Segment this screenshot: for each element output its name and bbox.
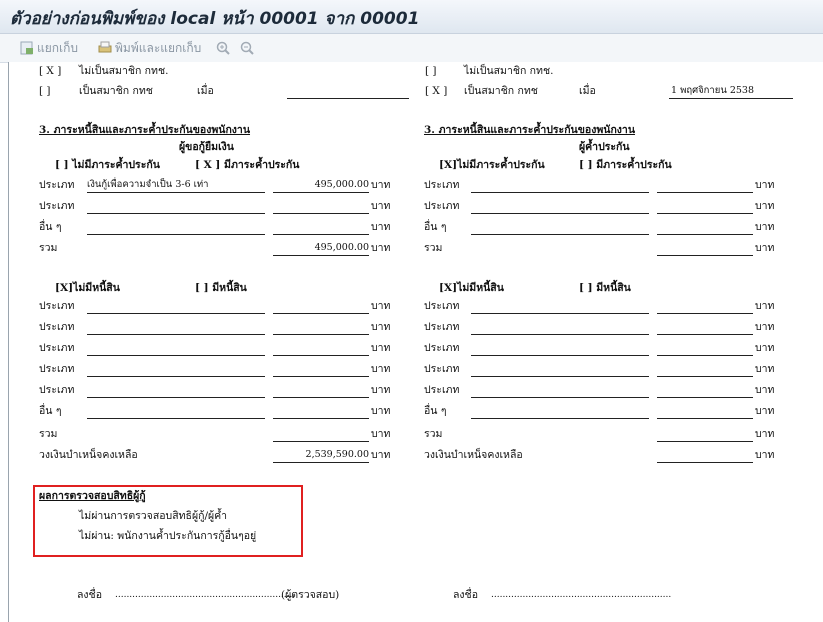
left-subheading: ผู้ขอกู้ยืมเงิน xyxy=(179,141,234,153)
left-row-unit: บาท xyxy=(371,200,391,212)
left-row-value: 495,000.00 xyxy=(314,179,369,190)
left-sign-role: (ผู้ตรวจสอบ) xyxy=(281,589,340,601)
right-debt-label: ประเภท xyxy=(424,384,460,396)
zoom-out-button[interactable] xyxy=(240,39,254,57)
right-debt-label: ประเภท xyxy=(424,363,460,375)
right-debt-total-label: รวม xyxy=(424,428,443,440)
left-guar-has: [ X ] มีภาระค้ำประกัน xyxy=(195,159,300,171)
left-balance-unit: บาท xyxy=(371,449,391,461)
left-sign-line: ........................................… xyxy=(115,590,296,600)
eligibility-line-1: ไม่ผ่านการตรวจสอบสิทธิผู้กู้/ผู้ค้ำ xyxy=(79,510,228,522)
split-button[interactable]: แยกเก็บ xyxy=(20,39,78,57)
left-debt-label: ประเภท xyxy=(39,321,75,333)
left-row-label: ประเภท xyxy=(39,200,75,212)
right-guar-none: [X]ไม่มีภาระค้ำประกัน xyxy=(439,159,545,171)
left-debt-label: ประเภท xyxy=(39,363,75,375)
right-debt-unit: บาท xyxy=(755,405,775,417)
left-total-value: 495,000.00 xyxy=(314,242,369,253)
left-debt-total-label: รวม xyxy=(39,428,58,440)
right-member-box-2: [ X ] xyxy=(425,85,448,97)
left-debt-unit: บาท xyxy=(371,384,391,396)
right-debt-unit: บาท xyxy=(755,384,775,396)
right-member-text-1: ไม่เป็นสมาชิก กทช. xyxy=(464,65,554,77)
left-balance-label: วงเงินบำเหน็จคงเหลือ xyxy=(39,449,138,461)
left-debt-unit: บาท xyxy=(371,363,391,375)
right-total-label: รวม xyxy=(424,242,443,254)
print-icon xyxy=(98,41,112,53)
right-row-label: ประเภท xyxy=(424,200,460,212)
right-subheading: ผู้ค้ำประกัน xyxy=(579,141,630,153)
left-debt-unit: บาท xyxy=(371,321,391,333)
left-debt-label: อื่น ๆ xyxy=(39,405,62,417)
left-row-label: ประเภท xyxy=(39,179,75,191)
right-debt-label: ประเภท xyxy=(424,300,460,312)
left-debt-none: [X]ไม่มีหนี้สิน xyxy=(55,282,120,294)
print-split-label: พิมพ์และแยกเก็บ xyxy=(115,40,202,55)
left-member-box-1: [ X ] xyxy=(39,65,62,77)
right-member-date: 1 พฤศจิกายน 2538 xyxy=(671,85,755,96)
right-debt-label: ประเภท xyxy=(424,321,460,333)
right-member-text-2: เป็นสมาชิก กทช xyxy=(464,85,538,97)
right-balance-label: วงเงินบำเหน็จคงเหลือ xyxy=(424,449,523,461)
right-debt-unit: บาท xyxy=(755,321,775,333)
right-heading: 3. ภาระหนี้สินและภาระค้ำประกันของพนักงาน xyxy=(424,124,636,136)
right-debt-label: ประเภท xyxy=(424,342,460,354)
left-debt-unit: บาท xyxy=(371,300,391,312)
title-bar: ตัวอย่างก่อนพิมพ์ของ local หน้า 00001 จา… xyxy=(0,0,823,34)
right-row-label: ประเภท xyxy=(424,179,460,191)
left-debt-unit: บาท xyxy=(371,405,391,417)
right-row-unit: บาท xyxy=(755,200,775,212)
right-total-unit: บาท xyxy=(755,242,775,254)
toolbar: แยกเก็บ พิมพ์และแยกเก็บ xyxy=(0,34,823,63)
save-icon xyxy=(20,41,33,55)
right-sign-line: ........................................… xyxy=(491,590,672,600)
left-member-text-1: ไม่เป็นสมาชิก กทช. xyxy=(79,65,169,77)
right-row-label: อื่น ๆ xyxy=(424,221,447,233)
right-debt-none: [X]ไม่มีหนี้สิน xyxy=(439,282,504,294)
left-member-box-2: [ ] xyxy=(39,85,51,97)
left-row-desc: เงินกู้เพื่อความจำเป็น 3-6 เท่า xyxy=(87,179,209,190)
left-debt-has: [ ] มีหนี้สิน xyxy=(195,282,247,294)
left-guar-none: [ ] ไม่มีภาระค้ำประกัน xyxy=(55,159,160,171)
left-total-label: รวม xyxy=(39,242,58,254)
right-debt-unit: บาท xyxy=(755,300,775,312)
right-debt-unit: บาท xyxy=(755,342,775,354)
left-debt-unit: บาท xyxy=(371,342,391,354)
left-debt-label: ประเภท xyxy=(39,384,75,396)
left-member-text-2: เป็นสมาชิก กทช xyxy=(79,85,153,97)
left-balance-value: 2,539,590.00 xyxy=(305,449,369,460)
right-debt-label: อื่น ๆ xyxy=(424,405,447,417)
document-page: [ X ] ไม่เป็นสมาชิก กทช. [ ] เป็นสมาชิก … xyxy=(8,62,823,622)
left-row-label: อื่น ๆ xyxy=(39,221,62,233)
right-row-unit: บาท xyxy=(755,179,775,191)
left-debt-total-unit: บาท xyxy=(371,428,391,440)
eligibility-line-2: ไม่ผ่าน: พนักงานค้ำประกันการกู้อื่นๆอยู่ xyxy=(79,530,257,542)
left-member-when: เมื่อ xyxy=(197,85,214,97)
right-member-box-1: [ ] xyxy=(425,65,437,77)
zoom-in-icon xyxy=(216,41,230,55)
right-row-unit: บาท xyxy=(755,221,775,233)
right-member-when: เมื่อ xyxy=(579,85,596,97)
left-row-unit: บาท xyxy=(371,221,391,233)
left-debt-label: ประเภท xyxy=(39,342,75,354)
right-sign-label: ลงชื่อ xyxy=(453,589,478,601)
right-guar-has: [ ] มีภาระค้ำประกัน xyxy=(579,159,672,171)
zoom-out-icon xyxy=(240,41,254,55)
eligibility-title: ผลการตรวจสอบสิทธิผู้กู้ xyxy=(39,490,146,502)
left-row-unit: บาท xyxy=(371,179,391,191)
right-debt-has: [ ] มีหนี้สิน xyxy=(579,282,631,294)
zoom-in-button[interactable] xyxy=(216,39,230,57)
right-balance-unit: บาท xyxy=(755,449,775,461)
print-split-button[interactable]: พิมพ์และแยกเก็บ xyxy=(98,39,201,57)
left-total-unit: บาท xyxy=(371,242,391,254)
right-debt-unit: บาท xyxy=(755,363,775,375)
left-debt-label: ประเภท xyxy=(39,300,75,312)
window-title: ตัวอย่างก่อนพิมพ์ของ local หน้า 00001 จา… xyxy=(10,9,420,29)
left-sign-label: ลงชื่อ xyxy=(77,589,102,601)
right-debt-total-unit: บาท xyxy=(755,428,775,440)
left-heading: 3. ภาระหนี้สินและภาระค้ำประกันของพนักงาน xyxy=(39,124,251,136)
split-label: แยกเก็บ xyxy=(37,40,79,55)
